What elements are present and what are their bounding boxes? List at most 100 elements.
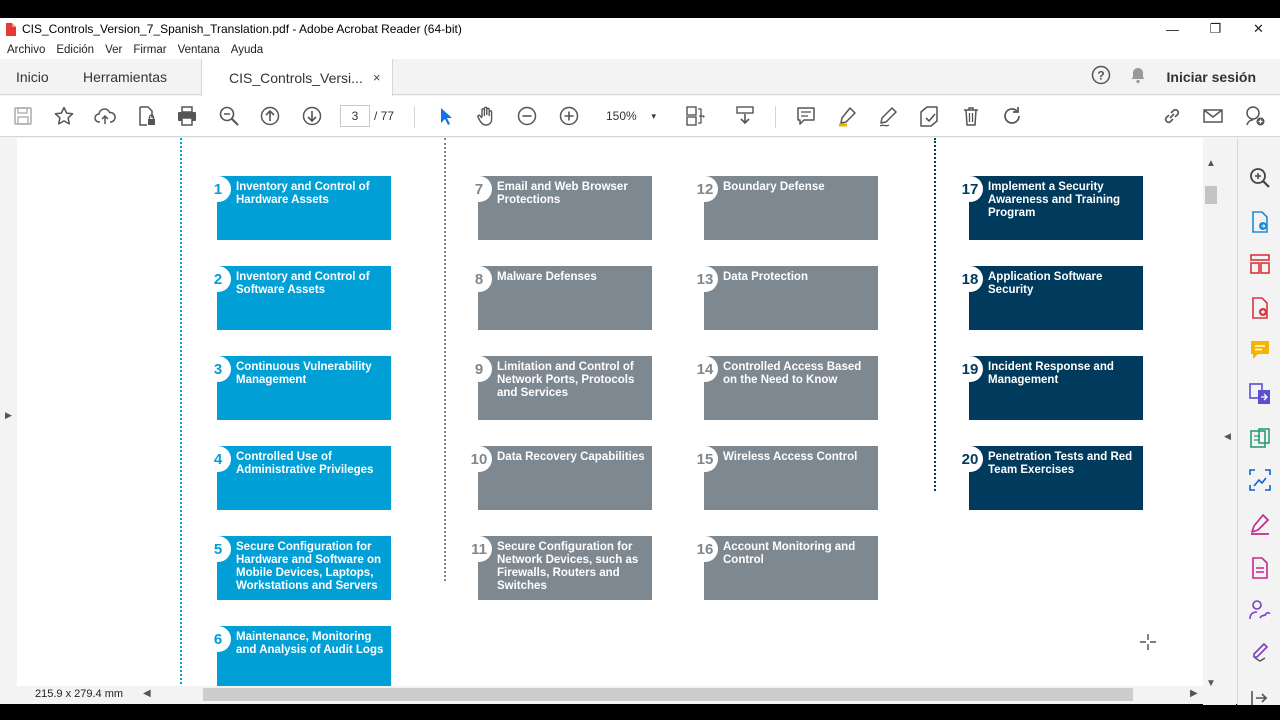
control-title: Controlled Use of Administrative Privile… — [236, 451, 374, 476]
page-dimensions: 215.9 x 279.4 mm — [35, 688, 124, 700]
menu-ver[interactable]: Ver — [105, 44, 122, 56]
add-user-icon[interactable] — [1243, 104, 1267, 128]
zoom-in-icon[interactable] — [557, 104, 581, 128]
help-icon[interactable]: ? — [1091, 65, 1111, 90]
comment-panel-icon[interactable] — [1248, 338, 1272, 362]
draw-freehand-icon[interactable] — [876, 104, 900, 128]
upload-cloud-icon[interactable] — [93, 104, 117, 128]
vertical-scroll-thumb[interactable] — [1205, 186, 1217, 204]
menu-archivo[interactable]: Archivo — [7, 44, 45, 56]
control-number: 16 — [692, 536, 718, 562]
scroll-mode-icon[interactable] — [733, 104, 757, 128]
right-panel-toggle[interactable]: ◀ — [1220, 138, 1236, 705]
menu-edicion[interactable]: Edición — [56, 44, 94, 56]
next-page-icon[interactable] — [300, 104, 324, 128]
save-icon[interactable] — [11, 104, 35, 128]
file-lock-icon[interactable] — [134, 104, 158, 128]
horizontal-scroll-thumb[interactable] — [203, 688, 1133, 701]
close-window-button[interactable]: ✕ — [1237, 18, 1280, 40]
request-signature-icon[interactable] — [1248, 598, 1272, 622]
bookmark-star-icon[interactable] — [52, 104, 76, 128]
title-bar: CIS_Controls_Version_7_Spanish_Translati… — [0, 18, 1280, 40]
collapse-tools-icon[interactable] — [1248, 686, 1272, 710]
sign-in-button[interactable]: Iniciar sesión — [1167, 69, 1256, 85]
zoom-out-icon[interactable] — [515, 104, 539, 128]
share-link-icon[interactable] — [1160, 104, 1184, 128]
prepare-form-icon[interactable] — [1248, 556, 1272, 580]
scroll-down-icon[interactable]: ▼ — [1206, 678, 1216, 689]
fill-and-sign-icon[interactable] — [1248, 512, 1272, 536]
more-tools-icon[interactable] — [1248, 638, 1272, 662]
control-box-13: 13 Data Protection — [692, 266, 878, 330]
organize-pages-icon[interactable] — [1248, 252, 1272, 276]
scroll-right-icon[interactable]: ▶ — [1190, 688, 1198, 699]
scroll-left-icon[interactable]: ◀ — [143, 688, 151, 699]
left-panel-toggle[interactable]: ▶ — [0, 138, 17, 686]
previous-page-icon[interactable] — [258, 104, 282, 128]
acrobat-window: CIS_Controls_Version_7_Spanish_Translati… — [0, 18, 1280, 705]
search-zoom-icon[interactable] — [1248, 166, 1272, 190]
toolbar-divider — [775, 106, 776, 128]
fill-sign-icon[interactable] — [917, 104, 941, 128]
control-number: 13 — [692, 266, 718, 292]
tab-tools[interactable]: Herramientas — [83, 59, 167, 95]
control-title: Penetration Tests and Red Team Exercises — [988, 451, 1133, 476]
control-title: Data Protection — [723, 271, 808, 283]
control-title: Malware Defenses — [497, 271, 597, 283]
current-page-input[interactable]: 3 — [340, 105, 370, 127]
control-number: 5 — [205, 536, 231, 562]
control-title: Secure Configuration for Hardware and So… — [236, 541, 382, 592]
select-cursor-icon[interactable] — [434, 104, 458, 128]
control-number: 14 — [692, 356, 718, 382]
control-box-5: 5 Secure Configuration for Hardware and S… — [205, 536, 391, 600]
print-icon[interactable] — [175, 104, 199, 128]
control-title: Inventory and Control of Software Assets — [236, 271, 370, 296]
zoom-level-value: 150% — [606, 109, 637, 123]
highlight-pen-icon[interactable] — [835, 104, 859, 128]
comment-icon[interactable] — [794, 104, 818, 128]
delete-trash-icon[interactable] — [959, 104, 983, 128]
combine-files-icon[interactable] — [1248, 382, 1272, 406]
document-view[interactable]: 1 Inventory and Control of Hardware Asset… — [17, 138, 1203, 686]
tab-bar: Inicio Herramientas CIS_Controls_Versi..… — [0, 59, 1280, 96]
foundational-controls-divider — [444, 138, 446, 581]
edit-pdf-icon[interactable] — [1248, 426, 1272, 450]
control-box-6: 6 Maintenance, Monitoring and Analysis of… — [205, 626, 391, 686]
page-layout-icon[interactable] — [684, 104, 708, 128]
scroll-up-icon[interactable]: ▲ — [1206, 158, 1216, 169]
window-title: CIS_Controls_Version_7_Spanish_Translati… — [22, 22, 462, 36]
expand-left-panel-icon[interactable]: ▶ — [5, 410, 12, 421]
control-title: Maintenance, Monitoring and Analysis of … — [236, 631, 384, 656]
menu-ayuda[interactable]: Ayuda — [231, 44, 263, 56]
rotate-icon[interactable] — [1000, 104, 1024, 128]
control-number: 18 — [957, 266, 983, 292]
hand-tool-icon[interactable] — [474, 104, 498, 128]
right-tools-panel — [1237, 138, 1280, 705]
zoom-level-select[interactable]: 150% ▾ — [596, 105, 662, 127]
zoom-tool-icon[interactable] — [217, 104, 241, 128]
tab-document[interactable]: CIS_Controls_Versi... × — [201, 59, 394, 96]
vertical-scrollbar[interactable]: ▲ ▼ — [1203, 138, 1220, 705]
tab-close-icon[interactable]: × — [373, 70, 381, 85]
control-box-19: 19 Incident Response and Management — [957, 356, 1143, 420]
section-header-fragment — [962, 138, 1138, 142]
create-pdf-icon[interactable] — [1248, 296, 1272, 320]
menu-bar: Archivo Edición Ver Firmar Ventana Ayuda — [0, 40, 1280, 59]
menu-firmar[interactable]: Firmar — [133, 44, 166, 56]
control-box-9: 9 Limitation and Control of Network Ports… — [466, 356, 652, 420]
email-icon[interactable] — [1201, 104, 1225, 128]
minimize-button[interactable]: — — [1151, 18, 1194, 40]
control-number: 10 — [466, 446, 492, 472]
organizational-controls-divider — [934, 138, 936, 491]
export-pdf-icon[interactable] — [1248, 210, 1272, 234]
tab-home[interactable]: Inicio — [16, 59, 49, 95]
control-box-1: 1 Inventory and Control of Hardware Asset… — [205, 176, 391, 240]
scan-ocr-icon[interactable] — [1248, 468, 1272, 492]
control-title: Continuous Vulnerability Management — [236, 361, 372, 386]
control-number: 20 — [957, 446, 983, 472]
restore-button[interactable]: ❐ — [1194, 18, 1237, 40]
collapse-right-panel-icon[interactable]: ◀ — [1224, 431, 1231, 442]
menu-ventana[interactable]: Ventana — [178, 44, 220, 56]
control-title: Application Software Security — [988, 271, 1103, 296]
notifications-bell-icon[interactable] — [1129, 66, 1147, 89]
